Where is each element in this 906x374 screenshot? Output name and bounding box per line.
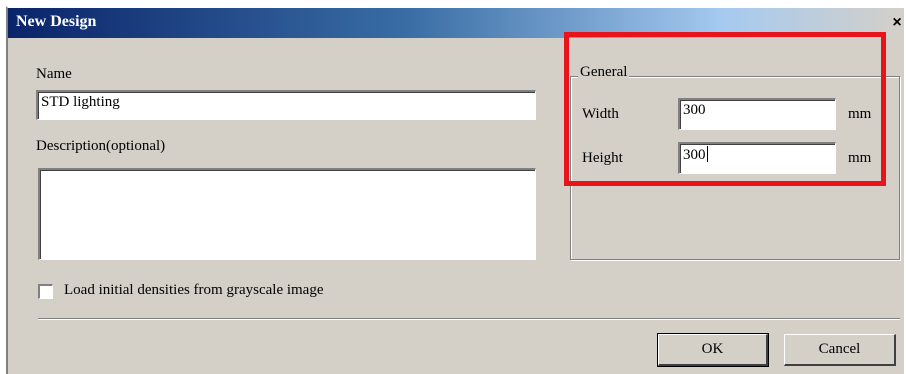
new-design-dialog: New Design × Name STD lighting Descripti…	[6, 6, 904, 374]
dialog-title: New Design	[16, 13, 97, 30]
text-caret	[706, 146, 708, 162]
name-label: Name	[36, 66, 72, 82]
name-input[interactable]: STD lighting	[36, 90, 536, 120]
separator-line	[38, 318, 900, 320]
cancel-button[interactable]: Cancel	[784, 334, 896, 366]
grayscale-checkbox-label: Load initial densities from grayscale im…	[64, 282, 324, 298]
height-input[interactable]: 300	[678, 142, 836, 174]
description-label: Description(optional)	[36, 138, 166, 154]
ok-button[interactable]: OK	[657, 333, 769, 367]
height-input-value: 300	[683, 147, 706, 163]
height-unit: mm	[848, 150, 872, 166]
height-label: Height	[582, 150, 623, 166]
width-input[interactable]: 300	[678, 98, 836, 130]
grayscale-checkbox[interactable]	[38, 284, 53, 299]
width-unit: mm	[848, 106, 872, 122]
description-textarea[interactable]	[38, 168, 536, 260]
width-label: Width	[582, 106, 619, 122]
name-input-value: STD lighting	[41, 94, 120, 110]
title-bar[interactable]: New Design ×	[8, 8, 904, 38]
width-input-value: 300	[683, 102, 706, 118]
general-legend: General	[578, 64, 630, 81]
close-icon[interactable]: ×	[890, 12, 904, 34]
